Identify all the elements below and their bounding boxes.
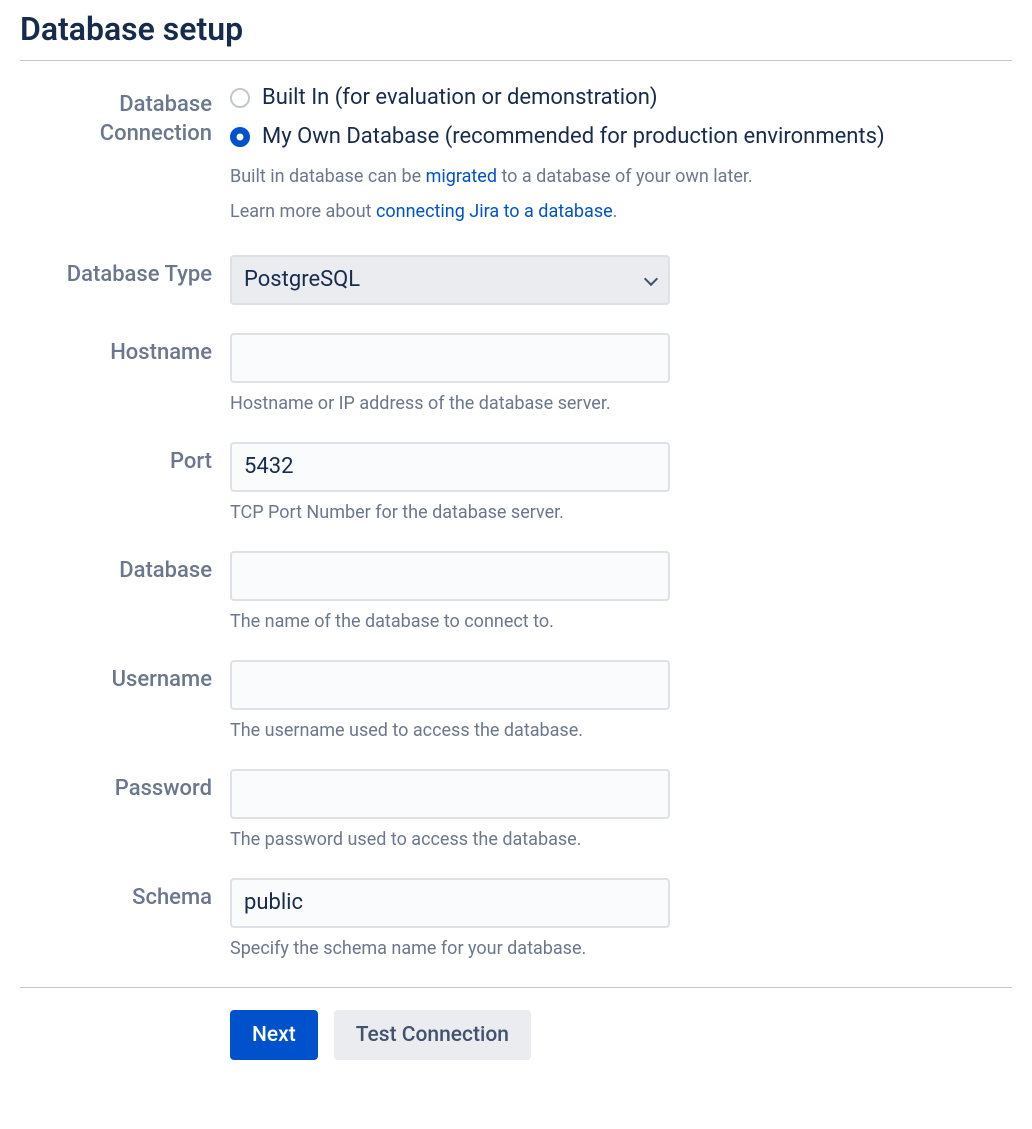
test-connection-button[interactable]: Test Connection: [334, 1010, 531, 1060]
password-input[interactable]: [230, 769, 670, 819]
radio-own-database[interactable]: My Own Database (recommended for product…: [230, 124, 1010, 149]
row-hostname: Hostname Hostname or IP address of the d…: [20, 333, 1012, 414]
chevron-down-icon: [644, 272, 658, 286]
port-input[interactable]: [230, 442, 670, 492]
label-connection: Database Connection: [20, 85, 230, 148]
row-port: Port TCP Port Number for the database se…: [20, 442, 1012, 523]
database-desc: The name of the database to connect to.: [230, 611, 1010, 632]
username-input[interactable]: [230, 660, 670, 710]
divider: [20, 987, 1012, 988]
row-database: Database The name of the database to con…: [20, 551, 1012, 632]
row-schema: Schema Specify the schema name for your …: [20, 878, 1012, 959]
connection-help-2: Learn more about connecting Jira to a da…: [230, 198, 1010, 227]
label-database: Database: [20, 551, 230, 586]
row-username: Username The username used to access the…: [20, 660, 1012, 741]
row-connection: Database Connection Built In (for evalua…: [20, 85, 1012, 227]
hostname-input[interactable]: [230, 333, 670, 383]
select-database-type[interactable]: PostgreSQL: [230, 255, 670, 305]
schema-input[interactable]: [230, 878, 670, 928]
username-desc: The username used to access the database…: [230, 720, 1010, 741]
radio-own-database-label: My Own Database (recommended for product…: [262, 124, 885, 149]
link-migrated[interactable]: migrated: [426, 166, 497, 187]
actions: Next Test Connection: [230, 1010, 1012, 1060]
port-desc: TCP Port Number for the database server.: [230, 502, 1010, 523]
radio-built-in[interactable]: Built In (for evaluation or demonstratio…: [230, 85, 1010, 110]
radio-built-in-label: Built In (for evaluation or demonstratio…: [262, 85, 658, 110]
row-password: Password The password used to access the…: [20, 769, 1012, 850]
schema-desc: Specify the schema name for your databas…: [230, 938, 1010, 959]
radio-icon: [230, 88, 250, 108]
page-title: Database setup: [20, 10, 1012, 61]
connection-help-1: Built in database can be migrated to a d…: [230, 163, 1010, 192]
database-input[interactable]: [230, 551, 670, 601]
label-schema: Schema: [20, 878, 230, 913]
label-hostname: Hostname: [20, 333, 230, 368]
row-dbtype: Database Type PostgreSQL: [20, 255, 1012, 305]
password-desc: The password used to access the database…: [230, 829, 1010, 850]
label-dbtype: Database Type: [20, 255, 230, 290]
select-database-type-value: PostgreSQL: [244, 267, 360, 292]
link-connecting-jira[interactable]: connecting Jira to a database: [376, 201, 613, 222]
next-button[interactable]: Next: [230, 1010, 318, 1060]
label-port: Port: [20, 442, 230, 477]
hostname-desc: Hostname or IP address of the database s…: [230, 393, 1010, 414]
label-password: Password: [20, 769, 230, 804]
label-username: Username: [20, 660, 230, 695]
radio-icon: [230, 127, 250, 147]
